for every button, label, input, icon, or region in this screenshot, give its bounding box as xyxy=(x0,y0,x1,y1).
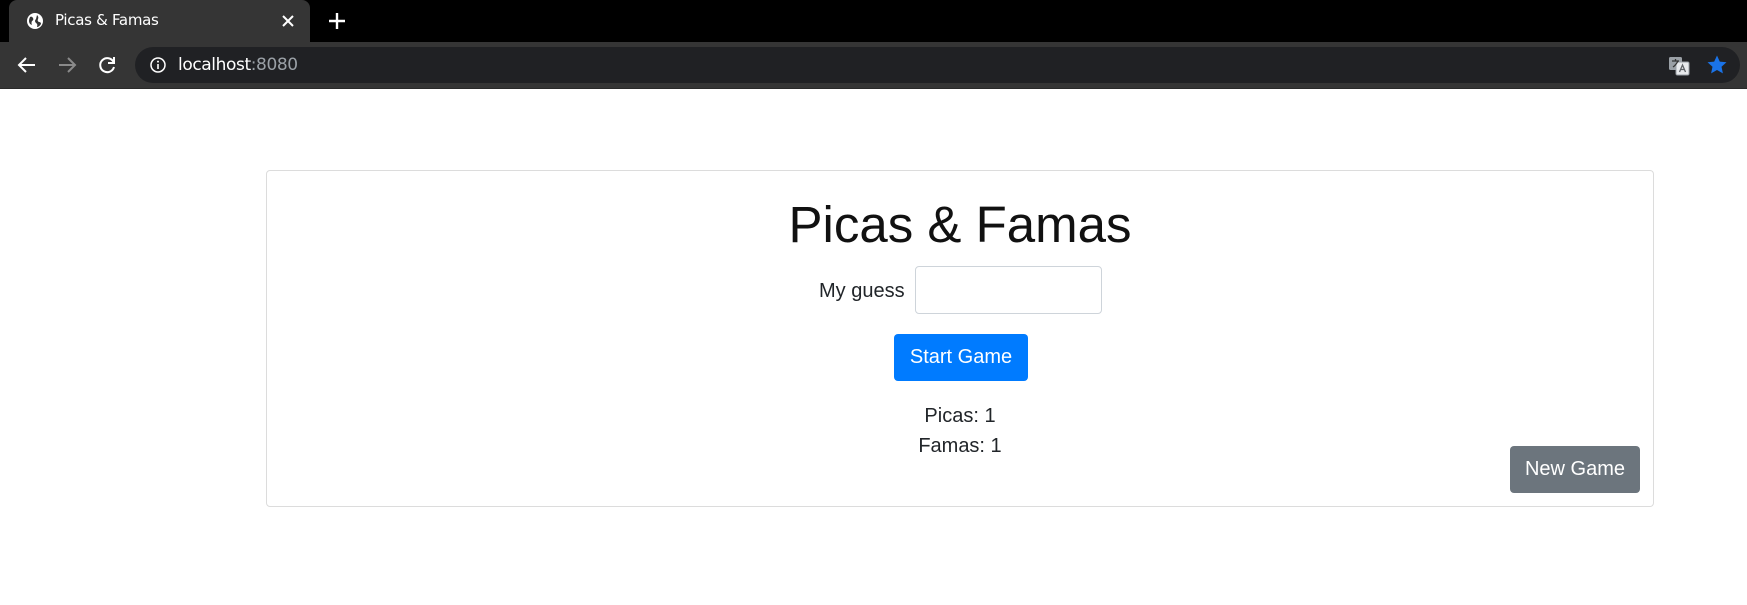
game-card: Picas & Famas My guess Start Game Picas:… xyxy=(266,170,1654,507)
translate-icon[interactable] xyxy=(1668,55,1690,77)
url-host: localhost xyxy=(178,55,251,75)
picas-result: Picas: 1 xyxy=(924,405,996,427)
start-game-button[interactable]: Start Game xyxy=(894,334,1028,381)
address-bar[interactable]: localhost:8080 xyxy=(135,47,1740,83)
guess-label: My guess xyxy=(819,280,905,302)
url-port: :8080 xyxy=(250,55,298,75)
info-icon[interactable] xyxy=(150,57,166,73)
new-game-button[interactable]: New Game xyxy=(1510,446,1640,493)
reload-icon[interactable] xyxy=(95,53,119,77)
arrow-right-icon[interactable] xyxy=(55,53,79,77)
star-icon[interactable] xyxy=(1706,54,1728,76)
page-title: Picas & Famas xyxy=(788,196,1132,253)
browser-toolbar: localhost:8080 xyxy=(0,42,1747,89)
plus-icon[interactable] xyxy=(327,11,347,31)
famas-result: Famas: 1 xyxy=(918,435,1002,457)
url-text: localhost:8080 xyxy=(178,55,298,75)
tab-strip: Picas & Famas xyxy=(0,0,1747,42)
arrow-left-icon[interactable] xyxy=(15,53,39,77)
guess-input[interactable] xyxy=(915,266,1102,314)
globe-icon xyxy=(27,13,43,29)
browser-tab[interactable]: Picas & Famas xyxy=(9,0,310,42)
close-icon[interactable] xyxy=(280,13,296,29)
tab-title: Picas & Famas xyxy=(55,11,159,29)
